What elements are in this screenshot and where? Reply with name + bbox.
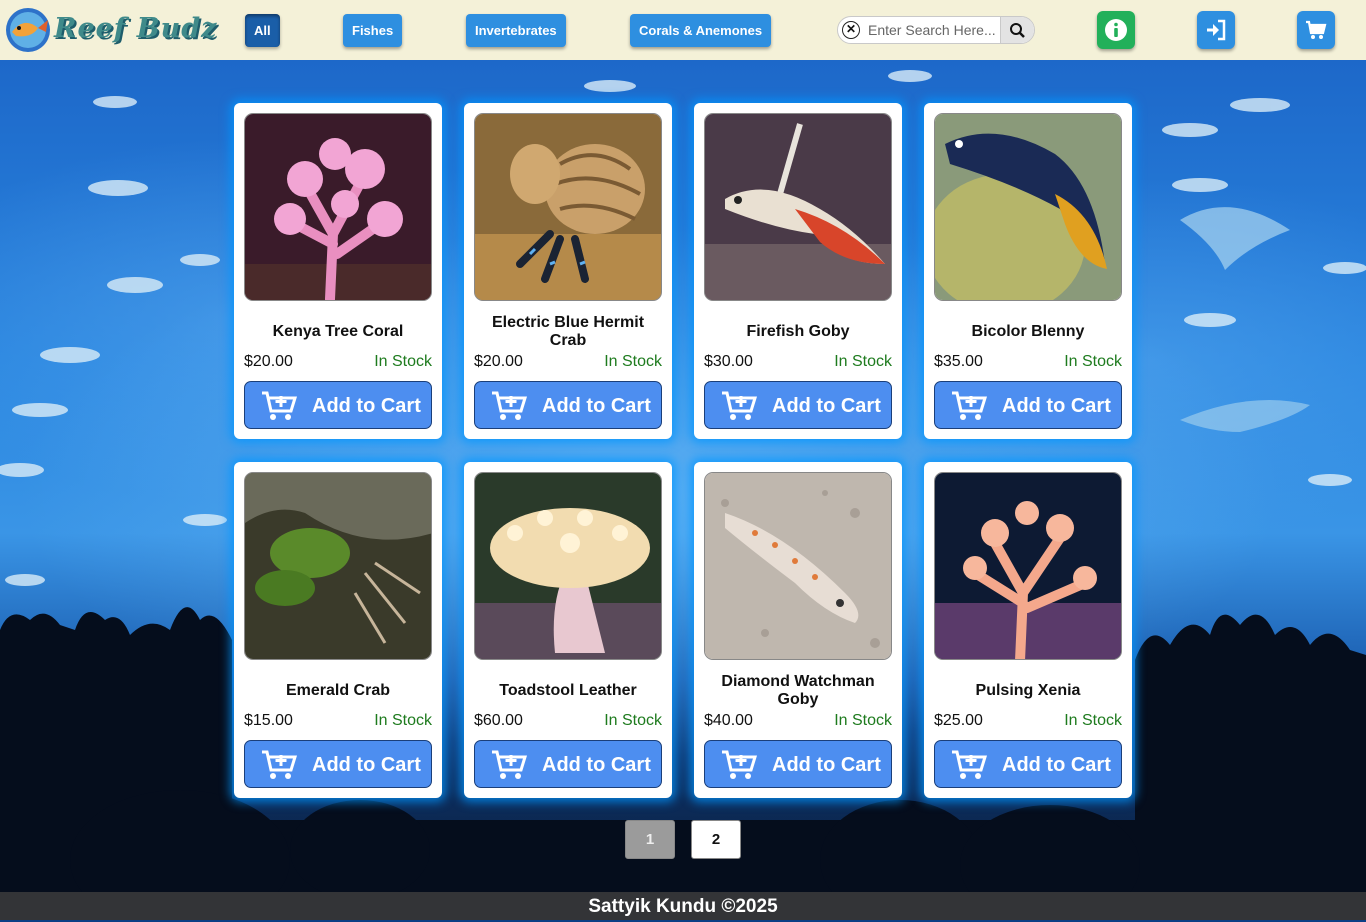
stock-status: In Stock — [834, 353, 892, 370]
product-name: Pulsing Xenia — [975, 682, 1081, 699]
top-navbar: Reef Budz All Fishes Invertebrates Coral… — [0, 0, 1366, 60]
product-name: Electric Blue Hermit Crab — [491, 314, 645, 349]
product-image-emerald-crab[interactable] — [244, 472, 432, 660]
product-price: $25.00 — [934, 712, 983, 729]
product-name: Emerald Crab — [285, 682, 391, 699]
add-to-cart-button[interactable]: Add to Cart — [244, 381, 432, 429]
product-image-toadstool-leather[interactable] — [474, 472, 662, 660]
brand-name: Reef Budz — [54, 13, 218, 44]
stock-status: In Stock — [1064, 712, 1122, 729]
cart-icon — [1306, 20, 1327, 39]
add-to-cart-label: Add to Cart — [772, 395, 881, 417]
product-name: Bicolor Blenny — [971, 323, 1085, 340]
add-to-cart-button[interactable]: Add to Cart — [704, 381, 892, 429]
add-to-cart-button[interactable]: Add to Cart — [474, 381, 662, 429]
footer-credit: Sattyik Kundu ©2025 — [0, 892, 1366, 920]
nav-corals-anemones-button[interactable]: Corals & Anemones — [630, 14, 772, 47]
add-cart-icon — [722, 750, 757, 779]
stock-status: In Stock — [374, 712, 432, 729]
product-name: Firefish Goby — [746, 323, 850, 340]
product-name: Kenya Tree Coral — [272, 323, 404, 340]
product-card: Pulsing Xenia $25.00 In Stock Add to Car… — [924, 462, 1132, 798]
add-cart-icon — [722, 391, 757, 420]
logo-fish-icon[interactable] — [4, 6, 52, 54]
add-to-cart-label: Add to Cart — [312, 754, 421, 776]
aquarium-background — [0, 60, 1366, 920]
product-card: Diamond Watchman Goby $40.00 In Stock Ad… — [694, 462, 902, 798]
stock-status: In Stock — [374, 353, 432, 370]
add-cart-icon — [952, 391, 987, 420]
search-button[interactable] — [1000, 17, 1034, 43]
product-price: $40.00 — [704, 712, 753, 729]
product-image-firefish-goby[interactable] — [704, 113, 892, 301]
nav-fishes-button[interactable]: Fishes — [343, 14, 403, 47]
product-price: $20.00 — [244, 353, 293, 370]
add-cart-icon — [492, 750, 527, 779]
search-bar: ✕ — [837, 16, 1035, 44]
page-1-button[interactable]: 1 — [625, 820, 675, 859]
product-image-diamond-watchman-goby[interactable] — [704, 472, 892, 660]
login-button[interactable] — [1197, 11, 1235, 49]
product-price: $15.00 — [244, 712, 293, 729]
nav-invertebrates-button[interactable]: Invertebrates — [466, 14, 566, 47]
product-card: Emerald Crab $15.00 In Stock Add to Cart — [234, 462, 442, 798]
info-icon — [1105, 19, 1127, 41]
product-card: Firefish Goby $30.00 In Stock Add to Car… — [694, 103, 902, 439]
add-cart-icon — [952, 750, 987, 779]
add-to-cart-button[interactable]: Add to Cart — [474, 740, 662, 788]
nav-all-button[interactable]: All — [245, 14, 280, 47]
add-to-cart-label: Add to Cart — [1002, 395, 1111, 417]
product-card: Bicolor Blenny $35.00 In Stock Add to Ca… — [924, 103, 1132, 439]
product-card: Toadstool Leather $60.00 In Stock Add to… — [464, 462, 672, 798]
stock-status: In Stock — [604, 712, 662, 729]
add-cart-icon — [492, 391, 527, 420]
add-cart-icon — [262, 750, 297, 779]
product-price: $30.00 — [704, 353, 753, 370]
product-name: Diamond Watchman Goby — [721, 673, 875, 708]
add-to-cart-label: Add to Cart — [542, 754, 651, 776]
stock-status: In Stock — [604, 353, 662, 370]
add-to-cart-label: Add to Cart — [542, 395, 651, 417]
add-to-cart-button[interactable]: Add to Cart — [244, 740, 432, 788]
add-to-cart-label: Add to Cart — [1002, 754, 1111, 776]
info-button[interactable] — [1097, 11, 1135, 49]
search-input[interactable] — [868, 20, 1000, 40]
clear-search-icon[interactable]: ✕ — [842, 21, 860, 39]
product-price: $35.00 — [934, 353, 983, 370]
product-card: Kenya Tree Coral $20.00 In Stock Add to … — [234, 103, 442, 439]
add-to-cart-label: Add to Cart — [312, 395, 421, 417]
product-card: Electric Blue Hermit Crab $20.00 In Stoc… — [464, 103, 672, 439]
search-icon — [1010, 23, 1025, 38]
product-name: Toadstool Leather — [499, 682, 637, 699]
add-to-cart-label: Add to Cart — [772, 754, 881, 776]
add-to-cart-button[interactable]: Add to Cart — [934, 740, 1122, 788]
stock-status: In Stock — [1064, 353, 1122, 370]
product-image-hermit-crab[interactable] — [474, 113, 662, 301]
login-icon — [1207, 19, 1226, 41]
add-to-cart-button[interactable]: Add to Cart — [934, 381, 1122, 429]
product-price: $20.00 — [474, 353, 523, 370]
page-2-button[interactable]: 2 — [691, 820, 741, 859]
add-cart-icon — [262, 391, 297, 420]
header-cart-button[interactable] — [1297, 11, 1335, 49]
product-image-kenya-tree-coral[interactable] — [244, 113, 432, 301]
add-to-cart-button[interactable]: Add to Cart — [704, 740, 892, 788]
stock-status: In Stock — [834, 712, 892, 729]
product-image-bicolor-blenny[interactable] — [934, 113, 1122, 301]
product-image-pulsing-xenia[interactable] — [934, 472, 1122, 660]
product-price: $60.00 — [474, 712, 523, 729]
